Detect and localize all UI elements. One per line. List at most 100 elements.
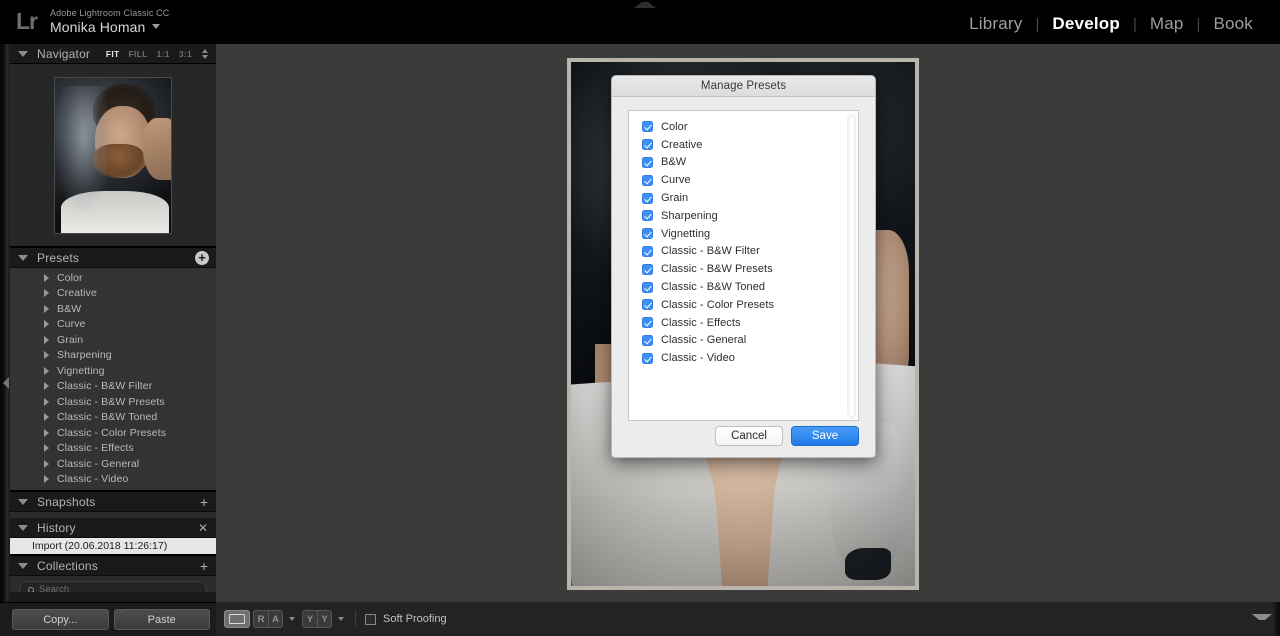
plus-circle-icon[interactable]: + — [195, 251, 209, 265]
zoom-fit[interactable]: FIT — [106, 49, 120, 59]
triangle-down-icon[interactable] — [18, 498, 28, 505]
checkbox-checked-icon[interactable] — [642, 139, 653, 151]
checkbox-row[interactable]: Classic - General — [629, 332, 858, 350]
checkbox-checked-icon[interactable] — [642, 228, 653, 240]
top-panel-toggle[interactable] — [634, 0, 656, 9]
preset-group-row[interactable]: Classic - General — [10, 456, 216, 472]
checkbox-row[interactable]: Color — [629, 118, 858, 136]
image-canvas[interactable]: Manage Presets Color Creative B&W Curve … — [216, 44, 1280, 602]
preset-group-row[interactable]: Classic - Video — [10, 472, 216, 488]
preset-group-row[interactable]: Color — [10, 270, 216, 286]
preset-group-row[interactable]: Classic - B&W Filter — [10, 379, 216, 395]
save-button[interactable]: Save — [791, 426, 859, 446]
preset-group-row[interactable]: Curve — [10, 317, 216, 333]
checkbox-checked-icon[interactable] — [642, 174, 653, 186]
preset-group-label: Classic - B&W Presets — [57, 395, 165, 408]
triangle-down-icon[interactable] — [18, 524, 28, 531]
collections-header[interactable]: Collections + — [10, 556, 216, 576]
plus-icon[interactable]: + — [200, 559, 208, 573]
checkbox-checked-icon[interactable] — [642, 281, 653, 293]
checkbox-checked-icon[interactable] — [642, 156, 653, 168]
copy-button[interactable]: Copy... — [12, 609, 109, 630]
triangle-down-icon[interactable] — [18, 254, 28, 261]
triangle-right-icon — [44, 304, 49, 313]
checkbox-row[interactable]: Classic - Effects — [629, 314, 858, 332]
soft-proofing-label: Soft Proofing — [383, 613, 447, 625]
identity-plate[interactable]: Adobe Lightroom Classic CC Monika Homan — [50, 8, 169, 35]
preset-checkbox-list[interactable]: Color Creative B&W Curve Grain Sharpenin… — [628, 110, 859, 421]
snapshots-header[interactable]: Snapshots + — [10, 492, 216, 512]
lightroom-logo: Lr — [16, 8, 38, 34]
checkbox-row[interactable]: Classic - Color Presets — [629, 296, 858, 314]
checkbox-row[interactable]: Curve — [629, 171, 858, 189]
plus-icon[interactable]: + — [200, 495, 208, 509]
zoom-3-1[interactable]: 3:1 — [179, 49, 192, 59]
triangle-right-icon — [44, 413, 49, 422]
before-after-caret-icon[interactable] — [289, 617, 295, 621]
checkbox-row[interactable]: Vignetting — [629, 225, 858, 243]
checkbox-row[interactable]: Grain — [629, 189, 858, 207]
checkbox-checked-icon[interactable] — [642, 210, 653, 222]
checkbox-row[interactable]: Classic - B&W Presets — [629, 260, 858, 278]
triangle-down-icon[interactable] — [18, 50, 28, 57]
caret-down-icon[interactable] — [152, 24, 161, 29]
module-book[interactable]: Book — [1200, 14, 1266, 34]
module-develop[interactable]: Develop — [1039, 14, 1133, 34]
preset-group-label: Creative — [57, 287, 97, 300]
checkbox-row[interactable]: Creative — [629, 136, 858, 154]
preset-group-row[interactable]: B&W — [10, 301, 216, 317]
preset-group-row[interactable]: Classic - B&W Presets — [10, 394, 216, 410]
yy-caret-icon[interactable] — [338, 617, 344, 621]
presets-header[interactable]: Presets + — [10, 248, 216, 268]
preset-group-row[interactable]: Grain — [10, 332, 216, 348]
history-header[interactable]: History ✕ — [10, 518, 216, 538]
before-after-button[interactable]: R A — [253, 610, 283, 628]
soft-proofing-checkbox[interactable] — [365, 613, 376, 625]
checkbox-row[interactable]: Sharpening — [629, 207, 858, 225]
checkbox-checked-icon[interactable] — [642, 192, 653, 204]
triangle-down-icon[interactable] — [18, 562, 28, 569]
preset-group-row[interactable]: Sharpening — [10, 348, 216, 364]
thumbnail-arm — [143, 117, 171, 180]
preset-group-row[interactable]: Classic - Color Presets — [10, 425, 216, 441]
left-panel-collapse-toggle[interactable] — [1, 377, 9, 391]
checkbox-checked-icon[interactable] — [642, 299, 653, 311]
preset-group-label: Classic - General — [57, 457, 140, 470]
close-x-icon[interactable]: ✕ — [198, 522, 208, 534]
filmstrip-toggle[interactable] — [1252, 612, 1272, 625]
checkbox-checked-icon[interactable] — [642, 317, 653, 329]
checkbox-checked-icon[interactable] — [642, 245, 653, 257]
zoom-1-1[interactable]: 1:1 — [157, 49, 170, 59]
checkbox-row[interactable]: B&W — [629, 154, 858, 172]
checkbox-checked-icon[interactable] — [642, 334, 653, 346]
navigator-preview[interactable] — [10, 64, 216, 246]
preset-group-row[interactable]: Creative — [10, 286, 216, 302]
checkbox-row[interactable]: Classic - B&W Toned — [629, 278, 858, 296]
preset-group-row[interactable]: Classic - B&W Toned — [10, 410, 216, 426]
module-map[interactable]: Map — [1137, 14, 1197, 34]
before-after-left-label: R — [253, 610, 268, 628]
preset-group-row[interactable]: Vignetting — [10, 363, 216, 379]
stepper-updown-icon[interactable] — [202, 49, 208, 59]
panel-resize-handle[interactable] — [118, 609, 126, 613]
list-scrollbar[interactable] — [847, 114, 856, 419]
checkbox-checked-icon[interactable] — [642, 352, 653, 364]
module-library[interactable]: Library — [956, 14, 1035, 34]
checkbox-label: Classic - General — [661, 334, 747, 347]
preset-group-row[interactable]: Classic - Effects — [10, 441, 216, 457]
checkbox-row[interactable]: Classic - B&W Filter — [629, 243, 858, 261]
cancel-button[interactable]: Cancel — [715, 426, 783, 446]
paste-button[interactable]: Paste — [113, 609, 210, 630]
zoom-fill[interactable]: FILL — [128, 49, 147, 59]
triangle-right-icon — [44, 351, 49, 360]
checkbox-row[interactable]: Classic - Video — [629, 349, 858, 367]
history-entry-row[interactable]: Import (20.06.2018 11:26:17) — [10, 538, 216, 554]
checkbox-checked-icon[interactable] — [642, 263, 653, 275]
collections-search-input[interactable]: Search — [19, 581, 207, 592]
left-panel-edge[interactable] — [0, 44, 10, 602]
checkbox-checked-icon[interactable] — [642, 121, 653, 133]
yy-view-button[interactable]: Y Y — [302, 610, 332, 628]
preset-group-label: Classic - Color Presets — [57, 426, 167, 439]
loupe-view-button[interactable] — [224, 610, 250, 628]
navigator-header[interactable]: Navigator FIT FILL 1:1 3:1 — [10, 44, 216, 64]
